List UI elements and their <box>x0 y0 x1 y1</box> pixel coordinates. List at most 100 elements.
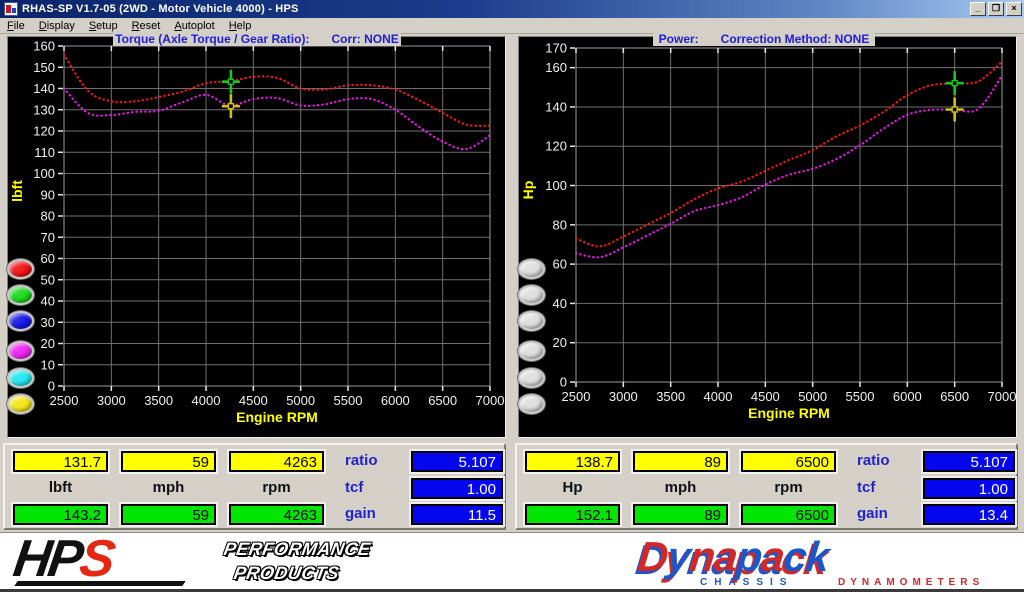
lbft-plot[interactable]: 0102030405060708090100110120130140150160… <box>8 37 507 439</box>
channel-button-0-1[interactable] <box>7 285 34 305</box>
channel-button-0-5[interactable] <box>7 394 34 414</box>
menu-item-display[interactable]: Display <box>32 19 82 33</box>
window-title: RHAS-SP V1.7-05 (2WD - Motor Vehicle 400… <box>22 3 299 15</box>
torque-cursor-value[interactable]: 131.7 <box>13 451 108 472</box>
cursor-green-center <box>228 79 233 84</box>
rpm-cursor-value[interactable]: 6500 <box>741 451 836 472</box>
gain-value[interactable]: 11.5 <box>411 504 503 525</box>
y-tick-label: 160 <box>33 39 55 54</box>
title-bar[interactable]: RHAS-SP V1.7-05 (2WD - Motor Vehicle 400… <box>0 0 1024 18</box>
torque-chart-header: Torque (Axle Torque / Gear Ratio): Corr:… <box>113 31 401 46</box>
y-tick-label: 10 <box>41 357 55 372</box>
speed-cursor-value[interactable]: 59 <box>121 451 216 472</box>
channel-button-1-1[interactable] <box>518 285 545 305</box>
channel-button-1-5[interactable] <box>518 394 545 414</box>
plot-border <box>576 48 1002 382</box>
power-cursor-value[interactable]: 138.7 <box>525 451 620 472</box>
channel-button-1-0[interactable] <box>518 259 545 279</box>
channel-button-1-4[interactable] <box>518 368 545 388</box>
y-tick-label: 40 <box>41 294 55 309</box>
y-tick-label: 130 <box>33 102 55 117</box>
ratio-value[interactable]: 5.107 <box>411 451 503 472</box>
y-tick-label: 150 <box>33 60 55 75</box>
hps-performance-text: PERFORMANCE <box>222 539 372 560</box>
y-tick-label: 100 <box>33 166 55 181</box>
cursor-green-center <box>952 81 957 86</box>
Hp-plot[interactable]: 0204060801001201401601702500300035004000… <box>519 37 1018 439</box>
y-tick-label: 30 <box>41 315 55 330</box>
dynapack-letter: k <box>804 535 831 579</box>
restore-button[interactable]: ❐ <box>988 2 1004 16</box>
channel-button-0-3[interactable] <box>7 341 34 361</box>
speed-cursor-value[interactable]: 89 <box>633 451 728 472</box>
y-tick-label: 170 <box>545 41 567 56</box>
power-unit-label: Hp <box>525 478 620 499</box>
rpm-cursor2-value[interactable]: 4263 <box>229 504 324 525</box>
hps-logo-s: S <box>76 532 116 588</box>
x-tick-label: 7000 <box>476 393 505 408</box>
x-tick-label: 4500 <box>239 393 268 408</box>
torque-unit-label: lbft <box>13 478 108 499</box>
chart-area: Torque (Axle Torque / Gear Ratio): Corr:… <box>0 34 1024 438</box>
x-axis-label: Engine RPM <box>748 405 830 421</box>
x-tick-label: 6500 <box>940 389 969 404</box>
y-tick-label: 20 <box>41 336 55 351</box>
x-tick-label: 4000 <box>704 389 733 404</box>
ratio-value[interactable]: 5.107 <box>923 451 1015 472</box>
dynapack-logo: Dynapack <box>636 535 831 579</box>
cursor-yellow-center <box>228 104 233 109</box>
speed-cursor2-value[interactable]: 59 <box>121 504 216 525</box>
channel-button-1-2[interactable] <box>518 311 545 331</box>
y-tick-label: 80 <box>41 209 55 224</box>
rpm-unit-label: rpm <box>229 478 324 499</box>
y-tick-label: 50 <box>41 272 55 287</box>
x-tick-label: 5000 <box>798 389 827 404</box>
hps-logo-underline <box>14 581 186 586</box>
y-axis-label: Hp <box>520 181 536 200</box>
logo-strip: HPS PERFORMANCE PRODUCTS Dynapack CHASSI… <box>0 532 1024 592</box>
x-tick-label: 7000 <box>988 389 1017 404</box>
torque-run-reference-curve <box>64 89 490 150</box>
rpm-cursor-value[interactable]: 4263 <box>229 451 324 472</box>
power-header-title: Power: <box>659 32 699 46</box>
channel-button-0-2[interactable] <box>7 311 34 331</box>
channel-button-1-3[interactable] <box>518 341 545 361</box>
minimize-button[interactable]: _ <box>970 2 986 16</box>
x-tick-label: 3500 <box>144 393 173 408</box>
y-tick-label: 100 <box>545 178 567 193</box>
power-cursor2-value[interactable]: 152.1 <box>525 504 620 525</box>
dynapack-chassis-text: CHASSIS <box>700 577 793 588</box>
y-tick-label: 60 <box>41 251 55 266</box>
power-chart-header: Power: Correction Method: NONE <box>653 31 875 46</box>
tcf-label: tcf <box>857 478 913 499</box>
torque-cursor2-value[interactable]: 143.2 <box>13 504 108 525</box>
x-tick-label: 5500 <box>334 393 363 408</box>
torque-header-title: Torque (Axle Torque / Gear Ratio): <box>115 32 309 46</box>
x-tick-label: 6000 <box>893 389 922 404</box>
gain-label: gain <box>345 504 401 525</box>
y-tick-label: 160 <box>545 60 567 75</box>
y-tick-label: 0 <box>560 375 567 390</box>
x-tick-label: 3000 <box>97 393 126 408</box>
power-readout-panel: 138.7 89 6500 ratio 5.107 Hp mph rpm tcf… <box>515 443 1018 530</box>
menu-item-file[interactable]: File <box>0 19 32 33</box>
y-axis-label: lbft <box>9 180 25 202</box>
torque-header-corr: Corr: NONE <box>331 32 398 46</box>
tcf-value[interactable]: 1.00 <box>411 478 503 499</box>
rpm-cursor2-value[interactable]: 6500 <box>741 504 836 525</box>
speed-cursor2-value[interactable]: 89 <box>633 504 728 525</box>
close-button[interactable]: × <box>1006 2 1022 16</box>
channel-button-0-0[interactable] <box>7 259 34 279</box>
x-tick-label: 5000 <box>286 393 315 408</box>
tcf-value[interactable]: 1.00 <box>923 478 1015 499</box>
dynapack-dynamometers-text: DYNAMOMETERS <box>838 577 984 588</box>
y-tick-label: 140 <box>545 99 567 114</box>
channel-button-0-4[interactable] <box>7 368 34 388</box>
torque-run-current-curve <box>64 55 490 126</box>
x-tick-label: 2500 <box>50 393 79 408</box>
x-tick-label: 3500 <box>656 389 685 404</box>
x-tick-label: 4000 <box>192 393 221 408</box>
hps-logo: HPS <box>10 533 115 585</box>
y-tick-label: 80 <box>553 217 567 232</box>
gain-value[interactable]: 13.4 <box>923 504 1015 525</box>
